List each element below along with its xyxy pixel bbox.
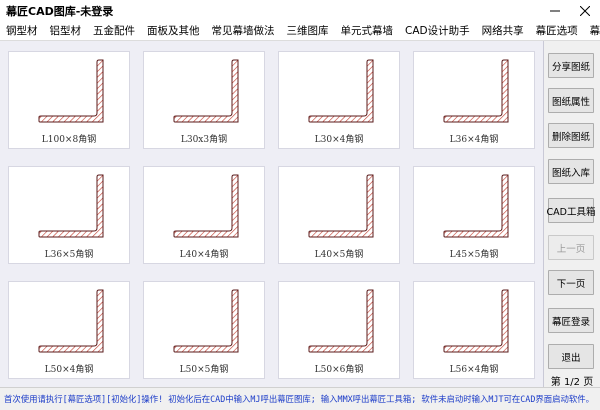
- delete-drawing-button[interactable]: 删除图纸: [548, 123, 594, 148]
- angle-steel-icon: [173, 59, 239, 123]
- close-icon: [580, 6, 590, 16]
- title-bar: 幕匠CAD图库-未登录: [0, 0, 600, 23]
- window-title: 幕匠CAD图库-未登录: [6, 5, 114, 18]
- drawing-gallery: L100×8角钢 L30x3角钢 L30×4角钢 L36×4角钢 L36×5角钢…: [0, 41, 544, 387]
- menu-panels-other[interactable]: 面板及其他: [141, 22, 206, 40]
- share-drawing-button[interactable]: 分享图纸: [548, 53, 594, 78]
- menu-cad-assistant[interactable]: CAD设计助手: [399, 22, 476, 40]
- menu-steel-profiles[interactable]: 钢型材: [0, 22, 44, 40]
- drawing-thumbnail[interactable]: L45×5角钢: [413, 166, 535, 264]
- angle-steel-icon: [38, 289, 104, 353]
- drawing-label: L50×5角钢: [179, 365, 229, 375]
- drawing-thumbnail[interactable]: L50×5角钢: [143, 281, 265, 379]
- login-button[interactable]: 幕匠登录: [548, 308, 594, 333]
- menu-network-share[interactable]: 网络共享: [476, 22, 530, 40]
- drawing-thumbnail[interactable]: L40×4角钢: [143, 166, 265, 264]
- drawing-thumbnail[interactable]: L50×6角钢: [278, 281, 400, 379]
- minimize-icon: [550, 10, 560, 12]
- action-sidebar: 分享图纸 图纸属性 删除图纸 图纸入库 CAD工具箱 上一页 下一页 幕匠登录 …: [544, 41, 600, 388]
- drawing-thumbnail[interactable]: L30×4角钢: [278, 51, 400, 149]
- angle-steel-icon: [173, 174, 239, 238]
- drawing-thumbnail[interactable]: L36×5角钢: [8, 166, 130, 264]
- menu-bar: 钢型材 铝型材 五金配件 面板及其他 常见幕墙做法 三维图库 单元式幕墙 CAD…: [0, 22, 600, 41]
- angle-steel-icon: [443, 59, 509, 123]
- menu-3d-library[interactable]: 三维图库: [281, 22, 335, 40]
- import-drawing-button[interactable]: 图纸入库: [548, 159, 594, 184]
- drawing-label: L50×4角钢: [44, 365, 94, 375]
- menu-aluminum-profiles[interactable]: 铝型材: [44, 22, 88, 40]
- drawing-label: L45×5角钢: [449, 250, 499, 260]
- window-controls: [540, 0, 600, 22]
- angle-steel-icon: [38, 59, 104, 123]
- angle-steel-icon: [173, 289, 239, 353]
- angle-steel-icon: [443, 174, 509, 238]
- page-indicator: 第 1/2 页: [550, 377, 594, 388]
- angle-steel-icon: [443, 289, 509, 353]
- drawing-thumbnail[interactable]: L30x3角钢: [143, 51, 265, 149]
- drawing-label: L36×5角钢: [44, 250, 94, 260]
- drawing-label: L50×6角钢: [314, 365, 364, 375]
- menu-unitized-curtainwall[interactable]: 单元式幕墙: [335, 22, 400, 40]
- menu-common-curtainwall[interactable]: 常见幕墙做法: [206, 22, 281, 40]
- previous-page-button[interactable]: 上一页: [548, 235, 594, 260]
- drawing-thumbnail[interactable]: L56×4角钢: [413, 281, 535, 379]
- next-page-button[interactable]: 下一页: [548, 270, 594, 295]
- drawing-label: L56×4角钢: [449, 365, 499, 375]
- status-bar: 首次使用请执行[幕匠选项][初始化]操作! 初始化后在CAD中输入MJ呼出幕匠图…: [0, 387, 600, 410]
- drawing-properties-button[interactable]: 图纸属性: [548, 88, 594, 113]
- menu-options[interactable]: 幕匠选项: [530, 22, 584, 40]
- drawing-thumbnail[interactable]: L50×4角钢: [8, 281, 130, 379]
- exit-button[interactable]: 退出: [548, 344, 594, 369]
- close-button[interactable]: [570, 0, 600, 22]
- angle-steel-icon: [38, 174, 104, 238]
- minimize-button[interactable]: [540, 0, 570, 22]
- angle-steel-icon: [308, 174, 374, 238]
- drawing-label: L30×4角钢: [314, 135, 364, 145]
- status-message: 首次使用请执行[幕匠选项][初始化]操作! 初始化后在CAD中输入MJ呼出幕匠图…: [4, 394, 595, 404]
- angle-steel-icon: [308, 289, 374, 353]
- drawing-label: L100×8角钢: [41, 135, 97, 145]
- angle-steel-icon: [308, 59, 374, 123]
- menu-plus[interactable]: 幕匠+: [584, 22, 600, 40]
- drawing-thumbnail[interactable]: L36×4角钢: [413, 51, 535, 149]
- menu-hardware[interactable]: 五金配件: [87, 22, 141, 40]
- drawing-thumbnail[interactable]: L40×5角钢: [278, 166, 400, 264]
- cad-toolbox-button[interactable]: CAD工具箱: [547, 198, 595, 223]
- drawing-label: L40×4角钢: [179, 250, 229, 260]
- drawing-label: L36×4角钢: [449, 135, 499, 145]
- drawing-label: L30x3角钢: [180, 135, 228, 145]
- drawing-thumbnail[interactable]: L100×8角钢: [8, 51, 130, 149]
- drawing-label: L40×5角钢: [314, 250, 364, 260]
